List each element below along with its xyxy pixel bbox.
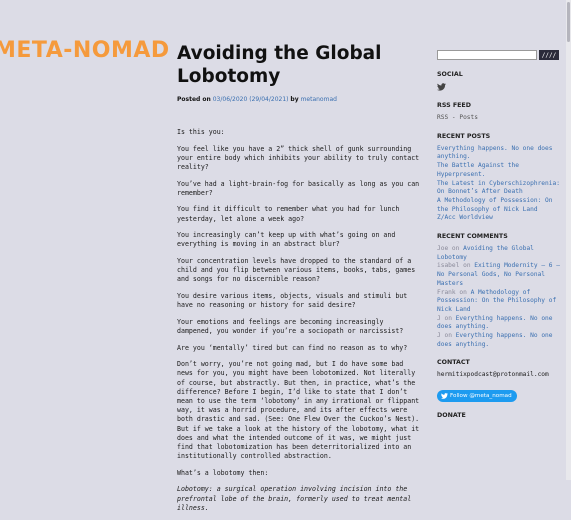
comment-post-link[interactable]: Everything happens. No one does anything…: [437, 332, 553, 348]
recent-post-link[interactable]: The Latest in Cyberschizophrenia: On Bon…: [437, 180, 561, 197]
contact-title: CONTACT: [437, 359, 470, 367]
post-paragraph: You’ve had a light-brain-fog for basical…: [177, 179, 420, 197]
twitter-follow-button[interactable]: Follow @meta_nomad: [437, 390, 517, 403]
recent-post-link[interactable]: Z/Acc Worldview: [437, 214, 561, 223]
site-logo[interactable]: META-NOMAD: [0, 38, 170, 63]
comment-on-label: on: [444, 314, 452, 322]
lobotomy-definition-quote: Lobotomy: a surgical operation involving…: [177, 485, 412, 512]
post-article: Avoiding the Global Lobotomy Posted on 0…: [177, 42, 422, 520]
recent-comment-item: J on Everything happens. No one does any…: [437, 315, 561, 332]
comment-on-label: on: [463, 262, 471, 270]
post-date-link[interactable]: 03/06/2020 (29/04/2021): [213, 96, 289, 103]
recent-comment-item: isabel on Exiting Modernity – 6 – No Per…: [437, 262, 561, 288]
recent-post-link[interactable]: The Battle Against the Hyperpresent.: [437, 162, 561, 179]
post-body: Is this you: You feel like you have a 2”…: [177, 128, 422, 513]
follow-button-label: Follow @meta_nomad: [450, 393, 512, 400]
recent-posts-list: Everything happens. No one does anything…: [437, 145, 561, 223]
twitter-icon[interactable]: [437, 83, 446, 91]
rss-posts-link[interactable]: RSS - Posts: [437, 114, 561, 123]
post-paragraph: Is this you:: [177, 128, 225, 136]
post-paragraph: You increasingly can’t keep up with what…: [177, 231, 396, 249]
comment-author: J: [437, 332, 441, 340]
post-paragraph: What’s a lobotomy then:: [177, 468, 269, 477]
post-paragraph: Your emotions and feelings are becoming …: [177, 317, 404, 335]
comment-author: J: [437, 314, 441, 322]
rss-widget-title: RSS FEED: [437, 102, 471, 109]
recent-comment-item: Joe on Avoiding the Global Lobotomy: [437, 245, 561, 262]
post-paragraph: Are you ‘mentally’ tired but can find no…: [177, 343, 408, 352]
post-paragraph: Your concentration levels have dropped t…: [177, 256, 416, 284]
twitter-bird-icon: [441, 393, 448, 400]
post-author-link[interactable]: metanomad: [301, 96, 337, 103]
post-meta: Posted on 03/06/2020 (29/04/2021) by met…: [177, 96, 422, 103]
by-label: by: [290, 96, 299, 103]
comment-author: isabel: [437, 262, 460, 270]
post-paragraph: You find it difficult to remember what y…: [177, 205, 400, 223]
comment-on-label: on: [444, 332, 452, 340]
post-paragraph: You desire various items, objects, visua…: [177, 291, 408, 310]
comment-on-label: on: [459, 288, 467, 296]
search-button[interactable]: ////: [539, 50, 559, 60]
post-title[interactable]: Avoiding the Global Lobotomy: [177, 42, 422, 88]
donate-title: DONATE: [437, 412, 466, 420]
recent-posts-title: RECENT POSTS: [437, 132, 491, 140]
recent-comments-list: Joe on Avoiding the Global Lobotomy isab…: [437, 245, 561, 349]
comment-on-label: on: [451, 245, 460, 253]
recent-post-link[interactable]: Everything happens. No one does anything…: [437, 145, 561, 162]
comment-author: Frank: [437, 288, 456, 296]
recent-post-link[interactable]: A Methodology of Possession: On the Phil…: [437, 197, 561, 214]
recent-comment-item: J on Everything happens. No one does any…: [437, 332, 561, 349]
sidebar: //// SOCIAL RSS FEED RSS - Posts RECENT …: [437, 50, 561, 424]
page-scrollbar[interactable]: [566, 0, 571, 480]
scrollbar-thumb[interactable]: [567, 2, 570, 42]
post-paragraph: Don’t worry, you’re not going mad, but I…: [177, 360, 420, 461]
comment-author: Joe: [437, 245, 449, 253]
contact-email[interactable]: hermitixpodcast@protonmail.com: [437, 371, 561, 378]
recent-comments-title: RECENT COMMENTS: [437, 233, 508, 241]
comment-post-link[interactable]: Everything happens. No one does anything…: [437, 315, 553, 331]
post-paragraph: You feel like you have a 2” thick shell …: [177, 144, 420, 171]
recent-comment-item: Frank on A Methodology of Possession: On…: [437, 289, 561, 315]
social-widget-title: SOCIAL: [437, 71, 463, 78]
search-form: ////: [437, 50, 561, 60]
posted-on-label: Posted on: [177, 96, 211, 103]
search-input[interactable]: [437, 50, 537, 60]
